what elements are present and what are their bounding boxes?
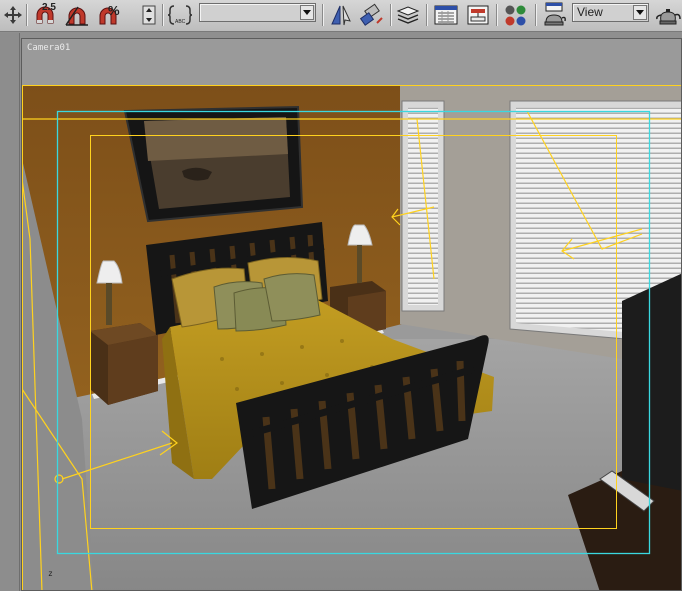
percent-snap-symbol: % [108,3,120,18]
camera-viewport[interactable]: Camera01 z [21,38,682,591]
schematic-view-icon[interactable] [464,3,492,27]
layer-manager-icon[interactable] [395,3,421,27]
curve-editor-icon[interactable] [432,3,460,27]
toolbar-separator [426,4,428,26]
spinner-snap-icon[interactable] [140,3,158,27]
chevron-down-icon[interactable] [300,5,314,20]
toolbar-separator [535,4,537,26]
viewport-scene [22,85,681,590]
main-toolbar: 2.5 % ABC View [0,0,682,32]
axis-tripod-label: z [48,569,53,578]
toolbar-separator [26,4,28,26]
mirror-icon[interactable] [328,3,354,27]
max-application-window: 2.5 % ABC View Camera01 z [0,0,682,591]
named-selection-dropdown[interactable] [199,3,316,22]
toolbar-separator [162,4,164,26]
viewport-label[interactable]: Camera01 [27,43,70,53]
left-lamp-base [106,283,112,325]
render-setup-icon[interactable] [540,2,568,27]
toolbar-separator [390,4,392,26]
chevron-down-icon[interactable] [633,5,647,20]
left-panel-strip [0,33,20,591]
angle-snap-icon[interactable] [64,3,90,27]
reference-coordinate-dropdown[interactable]: View [572,3,649,22]
render-teapot-icon[interactable] [654,3,682,27]
tv-set [622,273,681,491]
material-editor-icon[interactable] [502,3,530,27]
named-selection-tag: ABC [175,19,186,25]
right-lamp-base [357,245,362,283]
select-move-icon[interactable] [2,3,24,27]
align-icon[interactable] [358,3,386,27]
toolbar-separator [322,4,324,26]
pillow-front-3 [263,273,321,322]
angle-snap-value: 2.5 [42,2,56,13]
reference-coord-value: View [577,5,603,19]
toolbar-separator [496,4,498,26]
